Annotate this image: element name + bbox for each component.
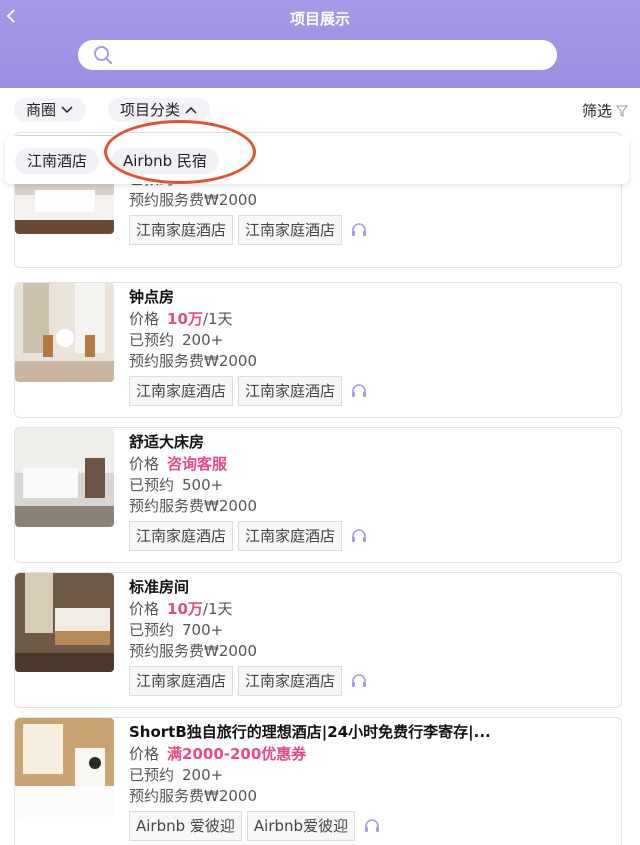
headset-icon[interactable] bbox=[349, 526, 369, 546]
project-name: 钟点房 bbox=[129, 288, 175, 306]
tag: 江南家庭酒店 bbox=[238, 666, 343, 696]
filter-label: 筛选 bbox=[581, 102, 612, 120]
booked-label: 已预约 bbox=[129, 476, 175, 494]
booked-label: 已预约 bbox=[129, 331, 175, 349]
search-icon bbox=[94, 46, 113, 65]
tag: Airbnb 爱彼迎 bbox=[129, 811, 242, 841]
filter-bar: 商圈 项目分类 筛选 bbox=[0, 88, 640, 132]
booked-label: 已预约 bbox=[129, 766, 175, 784]
chevron-down-icon bbox=[61, 106, 73, 114]
filter-button[interactable]: 筛选 bbox=[582, 100, 628, 121]
search-input[interactable] bbox=[78, 40, 557, 70]
booked-count: 700+ bbox=[182, 621, 224, 639]
funnel-icon bbox=[616, 105, 628, 117]
booked-count: 500+ bbox=[182, 476, 224, 494]
page-title: 项目展示 bbox=[289, 10, 350, 28]
category-option-jiangnan-hotel[interactable]: 江南酒店 bbox=[15, 148, 100, 174]
headset-icon[interactable] bbox=[349, 671, 369, 691]
fee-label: 预约服务费 bbox=[129, 497, 205, 515]
tag: 江南家庭酒店 bbox=[129, 666, 234, 696]
project-name: 标准房间 bbox=[129, 578, 190, 596]
project-name: 舒适大床房 bbox=[129, 433, 205, 451]
list-item[interactable]: 舒适大床房 价格 咨询客服 已预约 500+ 预约服务费₩2000 江南家庭酒店 江… bbox=[14, 427, 622, 563]
price-value: 10万 bbox=[167, 310, 203, 328]
category-dropdown[interactable]: 项目分类 bbox=[108, 98, 211, 122]
price-label: 价格 bbox=[129, 310, 160, 328]
booked-count: 200+ bbox=[182, 766, 224, 784]
headset-icon[interactable] bbox=[349, 220, 369, 240]
annotation-circle bbox=[104, 120, 256, 184]
fee-label: 预约服务费 bbox=[129, 642, 205, 660]
tag: 江南家庭酒店 bbox=[129, 376, 234, 406]
fee-value: ₩2000 bbox=[204, 787, 258, 805]
fee-value: ₩2000 bbox=[204, 191, 258, 209]
fee-value: ₩2000 bbox=[204, 642, 258, 660]
price-suffix: /1天 bbox=[202, 600, 233, 618]
area-label: 商圈 bbox=[26, 101, 57, 119]
price-value: 咨询客服 bbox=[167, 455, 228, 473]
list-item[interactable]: ShortB独自旅行的理想酒店|24小时免费行李寄存|... 价格 满2000-2… bbox=[14, 717, 622, 845]
category-label: 项目分类 bbox=[120, 101, 181, 119]
project-name: ShortB独自旅行的理想酒店|24小时免费行李寄存|... bbox=[129, 723, 491, 741]
fee-label: 预约服务费 bbox=[129, 191, 205, 209]
tag: Airbnb爱彼迎 bbox=[246, 811, 356, 841]
fee-label: 预约服务费 bbox=[129, 352, 205, 370]
room-thumbnail bbox=[15, 428, 114, 527]
tag: 江南家庭酒店 bbox=[238, 376, 343, 406]
tag: 江南家庭酒店 bbox=[129, 215, 234, 245]
fee-label: 预约服务费 bbox=[129, 787, 205, 805]
price-label: 价格 bbox=[129, 745, 160, 763]
headset-icon[interactable] bbox=[362, 816, 382, 836]
list-item[interactable]: 标准房间 价格 10万/1天 已预约 700+ 预约服务费₩2000 江南家庭酒店 … bbox=[14, 572, 622, 708]
chevron-up-icon bbox=[185, 106, 197, 114]
header-bar: 项目展示 bbox=[0, 0, 640, 88]
room-thumbnail bbox=[15, 573, 114, 672]
tag: 江南家庭酒店 bbox=[238, 215, 343, 245]
fee-value: ₩2000 bbox=[204, 352, 258, 370]
price-label: 价格 bbox=[129, 455, 160, 473]
price-value: 满2000-200优惠券 bbox=[167, 745, 307, 763]
booked-count: 200+ bbox=[182, 331, 224, 349]
area-dropdown[interactable]: 商圈 bbox=[14, 98, 87, 122]
price-label: 价格 bbox=[129, 600, 160, 618]
category-dropdown-panel: 江南酒店 Airbnb 民宿 bbox=[5, 136, 629, 184]
room-thumbnail bbox=[15, 283, 114, 382]
booked-label: 已预约 bbox=[129, 621, 175, 639]
list-item[interactable]: 钟点房 价格 10万/1天 已预约 200+ 预约服务费₩2000 江南家庭酒店 江… bbox=[14, 282, 622, 418]
price-value: 10万 bbox=[167, 600, 203, 618]
tag: 江南家庭酒店 bbox=[129, 521, 234, 551]
fee-value: ₩2000 bbox=[204, 497, 258, 515]
price-suffix: /1天 bbox=[202, 310, 233, 328]
tag: 江南家庭酒店 bbox=[238, 521, 343, 551]
room-thumbnail bbox=[15, 718, 114, 817]
headset-icon[interactable] bbox=[349, 381, 369, 401]
